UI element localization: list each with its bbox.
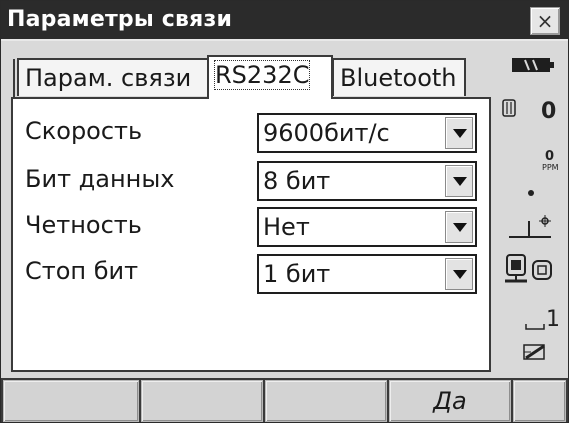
chevron-down-icon — [453, 223, 467, 232]
ppm-value: 0 — [545, 149, 555, 164]
chevron-down-icon — [453, 177, 467, 186]
parity-label: Четность — [25, 211, 142, 239]
tab-rs232c[interactable]: RS232C — [207, 55, 333, 99]
dropdown-button[interactable] — [445, 258, 473, 290]
softkey-1[interactable] — [3, 380, 139, 422]
tab-bluetooth[interactable]: Bluetooth — [332, 58, 466, 96]
baud-rate-select[interactable]: 9600бит/с — [257, 113, 477, 153]
data-bits-select[interactable]: 8 бит — [257, 161, 477, 201]
tab-label: Парам. связи — [25, 64, 192, 92]
input-mode-index: 1 — [546, 307, 560, 332]
title-bar: Параметры связи × — [1, 1, 568, 41]
baud-rate-value: 9600бит/с — [263, 119, 390, 147]
dropdown-button[interactable] — [445, 211, 473, 243]
parity-value: Нет — [263, 213, 310, 241]
tab-label: RS232C — [213, 60, 311, 90]
chevron-down-icon — [453, 129, 467, 138]
data-bits-value: 8 бит — [263, 167, 331, 195]
battery-icon — [512, 58, 554, 72]
cursor-underscore-icon — [525, 324, 545, 330]
tab-label: Bluetooth — [340, 64, 457, 92]
prism-constant-value: 0 — [541, 99, 557, 124]
instrument-icon — [505, 254, 527, 283]
stop-bits-value: 1 бит — [263, 260, 331, 288]
tilt-icon — [509, 215, 551, 238]
input-mode-icon — [523, 344, 545, 360]
softkey-3[interactable] — [265, 380, 387, 422]
prism-icon — [502, 99, 516, 117]
baud-rate-label: Скорость — [25, 117, 143, 145]
window-title: Параметры связи — [7, 7, 233, 32]
stop-bits-label: Стоп бит — [25, 257, 139, 285]
dot-icon — [528, 190, 534, 196]
target-icon — [532, 260, 552, 280]
ppm-unit: PPM — [542, 163, 559, 172]
tab-comm-params[interactable]: Парам. связи — [17, 58, 209, 96]
parity-select[interactable]: Нет — [257, 207, 477, 247]
dropdown-button[interactable] — [445, 165, 473, 197]
softkey-bar: Да — [1, 378, 568, 422]
stop-bits-select[interactable]: 1 бит — [257, 254, 477, 294]
settings-panel: Скорость 9600бит/с Бит данных 8 бит Четн… — [11, 97, 491, 372]
status-column: 0 0 PPM 1 — [495, 41, 568, 373]
ok-button[interactable]: Да — [389, 380, 511, 422]
softkey-2[interactable] — [141, 380, 263, 422]
close-button[interactable]: × — [530, 7, 560, 35]
dropdown-button[interactable] — [445, 117, 473, 149]
data-bits-label: Бит данных — [25, 165, 175, 193]
chevron-down-icon — [453, 270, 467, 279]
softkey-5[interactable] — [513, 380, 566, 422]
instrument-screen: Параметры связи × Парам. связи RS232C Bl… — [0, 0, 569, 423]
